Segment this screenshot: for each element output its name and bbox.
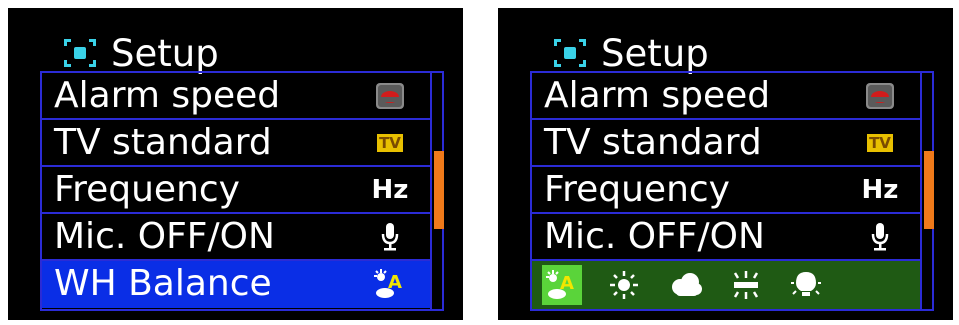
white-balance-auto-icon: A (372, 268, 408, 300)
microphone-icon (372, 221, 408, 253)
white-balance-options: A (532, 261, 920, 309)
menu-item-frequency[interactable]: Frequency Hz (42, 167, 430, 214)
menu-item-mic[interactable]: Mic. OFF/ON (42, 214, 430, 261)
scroll-thumb[interactable] (924, 151, 934, 229)
menu-item-tv-standard[interactable]: TV standard TV (42, 120, 430, 167)
menu-item-label: Alarm speed (54, 75, 281, 116)
hz-icon: Hz (861, 175, 899, 205)
wb-option-cloudy[interactable] (666, 265, 706, 305)
fluorescent-icon (733, 271, 759, 299)
camera-screen-left: Setup Alarm speed TV standard TV Frequen… (8, 8, 463, 320)
alarm-speed-icon (372, 80, 408, 112)
microphone-icon (862, 221, 898, 253)
setup-menu: Alarm speed TV standard TV Frequency Hz (40, 71, 444, 311)
menu-item-alarm-speed[interactable]: Alarm speed (532, 73, 920, 120)
menu-item-label: Mic. OFF/ON (54, 216, 275, 257)
setup-icon (554, 39, 586, 67)
wb-option-auto[interactable]: A (542, 265, 582, 305)
menu-header: Setup (553, 32, 709, 74)
cloudy-icon (672, 273, 702, 296)
setup-menu: Alarm speed TV standard TV Frequency Hz (530, 71, 934, 311)
menu-item-wh-balance[interactable]: WH Balance A (42, 261, 430, 308)
white-balance-auto-icon: A (546, 270, 574, 299)
camera-screen-right: Setup Alarm speed TV standard TV Frequen… (498, 8, 953, 320)
scrollbar[interactable] (430, 73, 444, 309)
tv-standard-icon: TV (377, 134, 403, 152)
tungsten-icon (791, 272, 821, 296)
hz-icon: Hz (371, 175, 409, 205)
menu-item-frequency[interactable]: Frequency Hz (532, 167, 920, 214)
menu-item-label: Frequency (544, 169, 730, 210)
wb-option-sunny[interactable] (604, 265, 644, 305)
page-title: Setup (601, 31, 709, 75)
sunny-icon (610, 271, 638, 299)
menu-item-mic[interactable]: Mic. OFF/ON (532, 214, 920, 261)
menu-item-label: WH Balance (54, 263, 272, 304)
scrollbar[interactable] (920, 73, 934, 309)
setup-icon (64, 39, 96, 67)
wb-option-fluorescent[interactable] (726, 265, 766, 305)
alarm-speed-icon (862, 80, 898, 112)
menu-item-label: Frequency (54, 169, 240, 210)
tv-standard-icon: TV (867, 134, 893, 152)
menu-item-label: Mic. OFF/ON (544, 216, 765, 257)
menu-item-label: Alarm speed (544, 75, 771, 116)
wb-option-tungsten[interactable] (786, 265, 826, 305)
svg-text:A: A (560, 273, 574, 294)
menu-item-tv-standard[interactable]: TV standard TV (532, 120, 920, 167)
svg-text:A: A (388, 272, 402, 293)
page-title: Setup (111, 31, 219, 75)
menu-item-label: TV standard (544, 122, 762, 163)
menu-item-alarm-speed[interactable]: Alarm speed (42, 73, 430, 120)
scroll-thumb[interactable] (434, 151, 444, 229)
menu-header: Setup (63, 32, 219, 74)
menu-item-label: TV standard (54, 122, 272, 163)
